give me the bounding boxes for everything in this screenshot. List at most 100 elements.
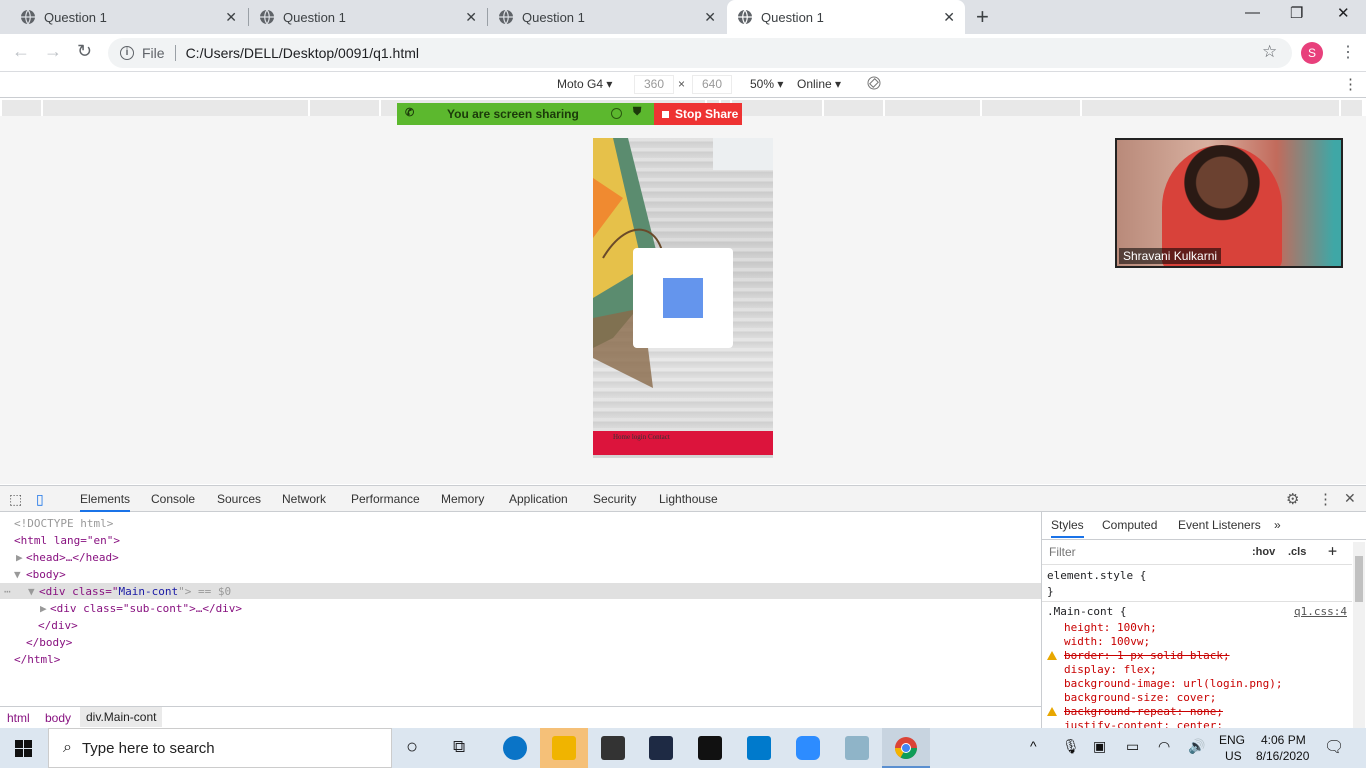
styles-filter-input[interactable] [1046,543,1241,561]
devtools-tab-application[interactable]: Application [509,492,568,506]
language-indicator[interactable]: ENG [1219,733,1245,747]
devtools-tab-elements[interactable]: Elements [80,492,131,512]
ruler-segment[interactable] [823,100,883,116]
width-input[interactable]: 360 [634,75,674,94]
restore-icon[interactable]: ❐ [1290,4,1303,22]
device-toggle-icon[interactable]: ▯ [36,491,44,508]
app-icon[interactable] [649,736,673,760]
taskbar-search-box[interactable]: ⌕ Type here to search [48,728,392,768]
dom-html-open[interactable]: <html lang="en"> [14,534,120,547]
ruler-segment[interactable] [732,100,822,116]
close-tab-icon[interactable]: ✕ [704,9,716,26]
devtools-tab-security[interactable]: Security [593,492,636,506]
screen-share-tray-icon[interactable]: ▣ [1093,738,1106,755]
app-icon[interactable] [845,736,869,760]
address-bar[interactable]: i File C:/Users/DELL/Desktop/0091/q1.htm… [108,38,1292,68]
language-region[interactable]: US [1225,749,1242,763]
expand-arrow-icon[interactable]: ▶ [16,551,23,564]
expand-arrow-icon[interactable]: ▶ [40,602,47,615]
notifications-icon[interactable]: 🗨 [1324,737,1344,757]
url-text[interactable]: C:/Users/DELL/Desktop/0091/q1.html [186,45,419,61]
dom-main-div[interactable]: <div class="Main-cont"> == $0 [39,585,231,598]
terminal-icon[interactable] [698,736,722,760]
show-hidden-icons-chevron[interactable]: ^ [1030,738,1037,754]
devtools-tab-performance[interactable]: Performance [351,492,420,506]
dom-doctype[interactable]: <!DOCTYPE html> [14,517,113,530]
browser-menu-icon[interactable]: ⋮ [1340,42,1356,62]
styles-tab[interactable]: Styles [1051,518,1084,538]
collapse-arrow-icon[interactable]: ▼ [14,568,21,581]
task-view-icon[interactable]: ⧉ [453,737,465,757]
styles-scrollbar[interactable] [1353,542,1365,728]
css-declaration[interactable]: background-size: cover; [1064,691,1216,704]
close-window-icon[interactable]: ✕ [1337,4,1350,22]
rotate-icon[interactable] [867,76,881,90]
new-rule-icon[interactable]: + [1328,542,1337,560]
ruler-segment[interactable] [43,100,309,116]
inspect-element-icon[interactable]: ⬚ [9,491,22,508]
ruler-segment[interactable] [2,100,42,116]
browser-tab-2[interactable]: Question 1 ✕ [249,0,487,34]
vscode-icon[interactable] [747,736,771,760]
node-actions-ellipsis[interactable]: ⋯ [4,585,11,598]
dom-div-close[interactable]: </div> [38,619,78,632]
cortana-icon[interactable]: ○ [406,736,418,759]
device-toolbar-menu-icon[interactable]: ⋮ [1343,75,1358,93]
clock-date[interactable]: 8/16/2020 [1256,749,1309,763]
computed-tab[interactable]: Computed [1102,518,1157,532]
stop-share-button[interactable]: Stop Share [654,103,742,125]
css-declaration[interactable]: height: 100vh; [1064,621,1157,634]
devtools-tab-console[interactable]: Console [151,492,195,506]
dom-html-close[interactable]: </html> [14,653,60,666]
css-declaration[interactable]: background-image: url(login.png); [1064,677,1283,690]
close-tab-icon[interactable]: ✕ [465,9,477,26]
close-tab-icon[interactable]: ✕ [225,9,237,26]
site-info-icon[interactable]: i [120,46,134,60]
back-icon[interactable]: ← [12,41,30,62]
settings-gear-icon[interactable]: ⚙ [1286,490,1299,508]
network-throttle-select[interactable]: Online ▾ [797,77,841,91]
ruler-segment[interactable] [884,100,981,116]
browser-tab-1[interactable]: Question 1 ✕ [0,0,247,34]
new-tab-icon[interactable]: + [976,4,989,30]
rule-source-link[interactable]: q1.css:4 [1294,605,1347,618]
windows-start-icon[interactable] [15,740,32,757]
chrome-taskbar-button[interactable] [882,728,930,768]
record-icon[interactable] [611,108,622,119]
height-input[interactable]: 640 [692,75,732,94]
edge-icon[interactable] [503,736,527,760]
close-tab-icon[interactable]: ✕ [943,9,955,26]
battery-icon[interactable]: ▭ [1126,738,1139,755]
devtools-tab-network[interactable]: Network [282,492,326,506]
devtools-tab-memory[interactable]: Memory [441,492,484,506]
breadcrumb-body[interactable]: body [45,711,71,725]
zoom-icon[interactable] [796,736,820,760]
volume-icon[interactable]: 🔊 [1188,738,1205,755]
wifi-icon[interactable]: ◠ [1158,738,1170,755]
close-devtools-icon[interactable]: ✕ [1344,490,1356,507]
devtools-menu-icon[interactable]: ⋮ [1318,490,1333,508]
shield-icon[interactable]: ⛊ [633,106,641,119]
collapse-arrow-icon[interactable]: ▼ [28,585,35,598]
breadcrumb-html[interactable]: html [7,711,30,725]
bookmark-star-icon[interactable]: ☆ [1262,42,1277,62]
ruler-segment[interactable] [310,100,379,116]
element-style-open[interactable]: element.style { [1047,569,1146,582]
dom-sub-div[interactable]: <div class="sub-cont">…</div> [50,602,242,615]
hov-toggle[interactable]: :hov [1252,546,1275,558]
zoom-select[interactable]: 50% ▾ [750,77,783,91]
forward-icon[interactable]: → [44,41,62,62]
breadcrumb-main-cont[interactable]: div.Main-cont [80,707,163,727]
css-declaration[interactable]: background-repeat: none; [1064,705,1223,718]
microphone-icon[interactable]: 🎙 [1062,738,1080,755]
reload-icon[interactable]: ↻ [77,41,92,62]
ruler-segment[interactable] [1341,100,1362,116]
browser-tab-3[interactable]: Question 1 ✕ [488,0,726,34]
devtools-tab-sources[interactable]: Sources [217,492,261,506]
minimize-icon[interactable]: — [1245,4,1260,21]
ruler-segment[interactable] [982,100,1080,116]
more-tabs-icon[interactable]: » [1274,518,1281,532]
mail-icon[interactable] [601,736,625,760]
event-listeners-tab[interactable]: Event Listeners [1178,518,1261,532]
dom-head[interactable]: <head>…</head> [26,551,119,564]
